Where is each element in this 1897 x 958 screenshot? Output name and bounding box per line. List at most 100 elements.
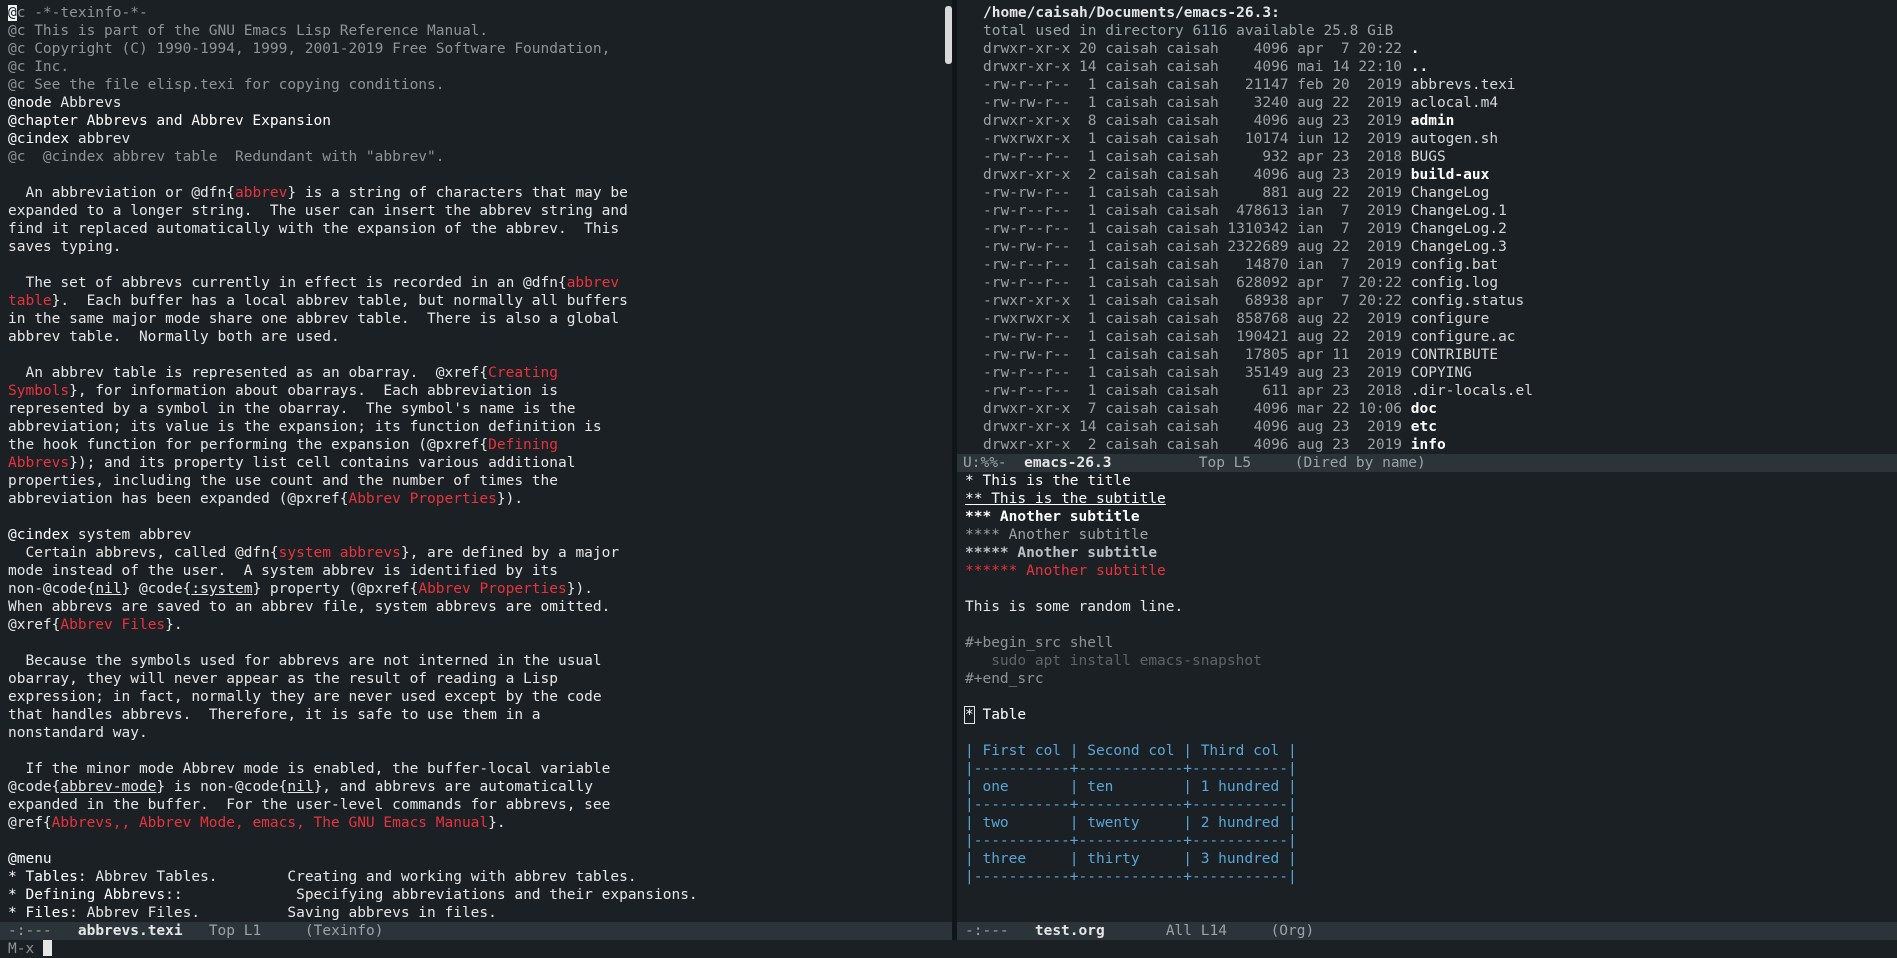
org-table-row[interactable]: | First col | Second col | Third col | bbox=[965, 742, 1897, 760]
dired-entry-name[interactable]: .dir-locals.el bbox=[1411, 383, 1533, 399]
org-heading[interactable]: ****** Another subtitle bbox=[965, 562, 1897, 580]
text-line[interactable]: If the minor mode Abbrev mode is enabled… bbox=[8, 760, 948, 778]
dired-entry-name[interactable]: .. bbox=[1411, 59, 1428, 75]
texinfo-buffer-window[interactable]: @c -*-texinfo-*- @c This is part of the G… bbox=[0, 4, 948, 922]
modeline-buffer-name[interactable]: abbrevs.texi bbox=[78, 923, 183, 939]
dired-entry[interactable]: -rw-r--r-- 1 caisah caisah 611 apr 23 20… bbox=[983, 382, 1897, 400]
dired-entry[interactable]: drwxr-xr-x 2 caisah caisah 4096 aug 23 2… bbox=[983, 436, 1897, 454]
text-line[interactable]: @ref{Abbrevs,, Abbrev Mode, emacs, The G… bbox=[8, 814, 948, 832]
text-line[interactable]: * Defining Abbrevs:: Specifying abbrevia… bbox=[8, 886, 948, 904]
text-line[interactable]: non-@code{nil} @code{:system} property (… bbox=[8, 580, 948, 598]
text-line[interactable]: @c Copyright (C) 1990-1994, 1999, 2001-2… bbox=[8, 40, 948, 58]
dired-entry-name[interactable]: etc bbox=[1411, 419, 1437, 435]
text-line[interactable]: mode instead of the user. A system abbre… bbox=[8, 562, 948, 580]
text-line[interactable]: * Tables: Abbrev Tables. Creating and wo… bbox=[8, 868, 948, 886]
text-line[interactable]: properties, including the use count and … bbox=[8, 472, 948, 490]
text-line[interactable] bbox=[8, 832, 948, 850]
dired-entry-name[interactable]: build-aux bbox=[1411, 167, 1490, 183]
text-line[interactable] bbox=[8, 508, 948, 526]
text-line[interactable]: table}. Each buffer has a local abbrev t… bbox=[8, 292, 948, 310]
text-line[interactable]: #+begin_src shell bbox=[965, 634, 1897, 652]
org-table-row[interactable]: | two | twenty | 2 hundred | bbox=[965, 814, 1897, 832]
dired-entry-name[interactable]: configure bbox=[1411, 311, 1490, 327]
dired-entry[interactable]: -rw-rw-r-- 1 caisah caisah 2322689 aug 2… bbox=[983, 238, 1897, 256]
text-line[interactable]: @c This is part of the GNU Emacs Lisp Re… bbox=[8, 22, 948, 40]
dired-entry-name[interactable]: config.log bbox=[1411, 275, 1498, 291]
dired-entry-name[interactable]: autogen.sh bbox=[1411, 131, 1498, 147]
dired-entry[interactable]: -rwxrwxr-x 1 caisah caisah 10174 iun 12 … bbox=[983, 130, 1897, 148]
dired-entry[interactable]: -rwxrwxr-x 1 caisah caisah 858768 aug 22… bbox=[983, 310, 1897, 328]
dired-entry-name[interactable]: aclocal.m4 bbox=[1411, 95, 1498, 111]
dired-entry[interactable]: -rw-rw-r-- 1 caisah caisah 190421 aug 22… bbox=[983, 328, 1897, 346]
text-line[interactable]: the hook function for performing the exp… bbox=[8, 436, 948, 454]
text-line[interactable]: abbreviation; its value is the expansion… bbox=[8, 418, 948, 436]
dired-entry[interactable]: drwxr-xr-x 14 caisah caisah 4096 aug 23 … bbox=[983, 418, 1897, 436]
text-line[interactable] bbox=[8, 634, 948, 652]
dired-entry[interactable]: -rw-r--r-- 1 caisah caisah 14870 ian 7 2… bbox=[983, 256, 1897, 274]
dired-entry[interactable]: -rw-r--r-- 1 caisah caisah 21147 feb 20 … bbox=[983, 76, 1897, 94]
text-line[interactable]: Because the symbols used for abbrevs are… bbox=[8, 652, 948, 670]
text-line[interactable]: @c -*-texinfo-*- bbox=[8, 4, 948, 22]
text-line[interactable]: @chapter Abbrevs and Abbrev Expansion bbox=[8, 112, 948, 130]
text-line[interactable] bbox=[8, 256, 948, 274]
text-line[interactable] bbox=[965, 688, 1897, 706]
dired-entry[interactable]: -rw-rw-r-- 1 caisah caisah 881 aug 22 20… bbox=[983, 184, 1897, 202]
dired-entry-name[interactable]: info bbox=[1411, 437, 1446, 453]
text-line[interactable]: @cindex system abbrev bbox=[8, 526, 948, 544]
modeline-mode[interactable]: (Dired by name) bbox=[1295, 455, 1426, 471]
text-line[interactable] bbox=[8, 346, 948, 364]
text-line[interactable]: This is some random line. bbox=[965, 598, 1897, 616]
modeline-mode[interactable]: (Texinfo) bbox=[305, 923, 384, 939]
org-buffer-window[interactable]: * This is the title ** This is the subtit… bbox=[957, 472, 1897, 922]
dired-entry-name[interactable]: CONTRIBUTE bbox=[1411, 347, 1498, 363]
text-line[interactable]: @c @cindex abbrev table Redundant with "… bbox=[8, 148, 948, 166]
dired-entry[interactable]: drwxr-xr-x 7 caisah caisah 4096 mar 22 1… bbox=[983, 400, 1897, 418]
text-line[interactable]: abbreviation has been expanded (@pxref{A… bbox=[8, 490, 948, 508]
minibuffer[interactable]: M-x bbox=[0, 940, 1897, 958]
text-line[interactable]: sudo apt install emacs-snapshot bbox=[965, 652, 1897, 670]
text-line[interactable]: expanded to a longer string. The user ca… bbox=[8, 202, 948, 220]
org-heading[interactable]: **** Another subtitle bbox=[965, 526, 1897, 544]
text-line[interactable]: that handles abbrevs. Therefore, it is s… bbox=[8, 706, 948, 724]
text-line[interactable]: @code{abbrev-mode} is non-@code{nil}, an… bbox=[8, 778, 948, 796]
dired-entry-name[interactable]: ChangeLog.2 bbox=[1411, 221, 1507, 237]
text-line[interactable]: An abbreviation or @dfn{abbrev} is a str… bbox=[8, 184, 948, 202]
dired-entry[interactable]: -rw-rw-r-- 1 caisah caisah 3240 aug 22 2… bbox=[983, 94, 1897, 112]
text-line[interactable]: obarray, they will never appear as the r… bbox=[8, 670, 948, 688]
text-line[interactable] bbox=[8, 166, 948, 184]
org-table-row[interactable]: |-----------+------------+-----------| bbox=[965, 760, 1897, 778]
dired-entry[interactable]: drwxr-xr-x 8 caisah caisah 4096 aug 23 2… bbox=[983, 112, 1897, 130]
org-heading[interactable]: *** Another subtitle bbox=[965, 508, 1897, 526]
dired-entry[interactable]: drwxr-xr-x 14 caisah caisah 4096 mai 14 … bbox=[983, 58, 1897, 76]
text-line[interactable]: find it replaced automatically with the … bbox=[8, 220, 948, 238]
text-line[interactable]: abbrev table. Normally both are used. bbox=[8, 328, 948, 346]
modeline-buffer-name[interactable]: emacs-26.3 bbox=[1024, 455, 1111, 471]
org-heading[interactable]: ** This is the subtitle bbox=[965, 490, 1897, 508]
text-line[interactable]: @menu bbox=[8, 850, 948, 868]
org-table-row[interactable]: | three | thirty | 3 hundred | bbox=[965, 850, 1897, 868]
text-line[interactable]: Abbrevs}); and its property list cell co… bbox=[8, 454, 948, 472]
text-line[interactable]: Certain abbrevs, called @dfn{system abbr… bbox=[8, 544, 948, 562]
org-heading[interactable]: * Table bbox=[964, 706, 1897, 724]
text-line[interactable]: An abbrev table is represented as an oba… bbox=[8, 364, 948, 382]
modeline-buffer-name[interactable]: test.org bbox=[1035, 923, 1105, 939]
org-heading[interactable]: * This is the title bbox=[965, 472, 1897, 490]
text-line[interactable]: expression; in fact, normally they are n… bbox=[8, 688, 948, 706]
dired-entry[interactable]: -rw-rw-r-- 1 caisah caisah 17805 apr 11 … bbox=[983, 346, 1897, 364]
dired-entry-name[interactable]: COPYING bbox=[1411, 365, 1472, 381]
dired-entry[interactable]: -rw-r--r-- 1 caisah caisah 932 apr 23 20… bbox=[983, 148, 1897, 166]
dired-entry-name[interactable]: ChangeLog bbox=[1411, 185, 1490, 201]
org-table-row[interactable]: |-----------+------------+-----------| bbox=[965, 796, 1897, 814]
text-line[interactable] bbox=[965, 616, 1897, 634]
dired-entry-name[interactable]: configure.ac bbox=[1411, 329, 1516, 345]
dired-entry[interactable]: -rw-r--r-- 1 caisah caisah 35149 aug 23 … bbox=[983, 364, 1897, 382]
dired-entry[interactable]: -rw-r--r-- 1 caisah caisah 628092 apr 7 … bbox=[983, 274, 1897, 292]
dired-entry-name[interactable]: admin bbox=[1411, 113, 1455, 129]
text-line[interactable]: * Files: Abbrev Files. Saving abbrevs in… bbox=[8, 904, 948, 922]
text-line[interactable]: Symbols}, for information about obarrays… bbox=[8, 382, 948, 400]
text-line[interactable]: saves typing. bbox=[8, 238, 948, 256]
dired-entry-name[interactable]: ChangeLog.3 bbox=[1411, 239, 1507, 255]
text-line[interactable]: #+end_src bbox=[965, 670, 1897, 688]
dired-entry-name[interactable]: . bbox=[1411, 41, 1420, 57]
dired-entry[interactable]: -rw-r--r-- 1 caisah caisah 1310342 ian 7… bbox=[983, 220, 1897, 238]
